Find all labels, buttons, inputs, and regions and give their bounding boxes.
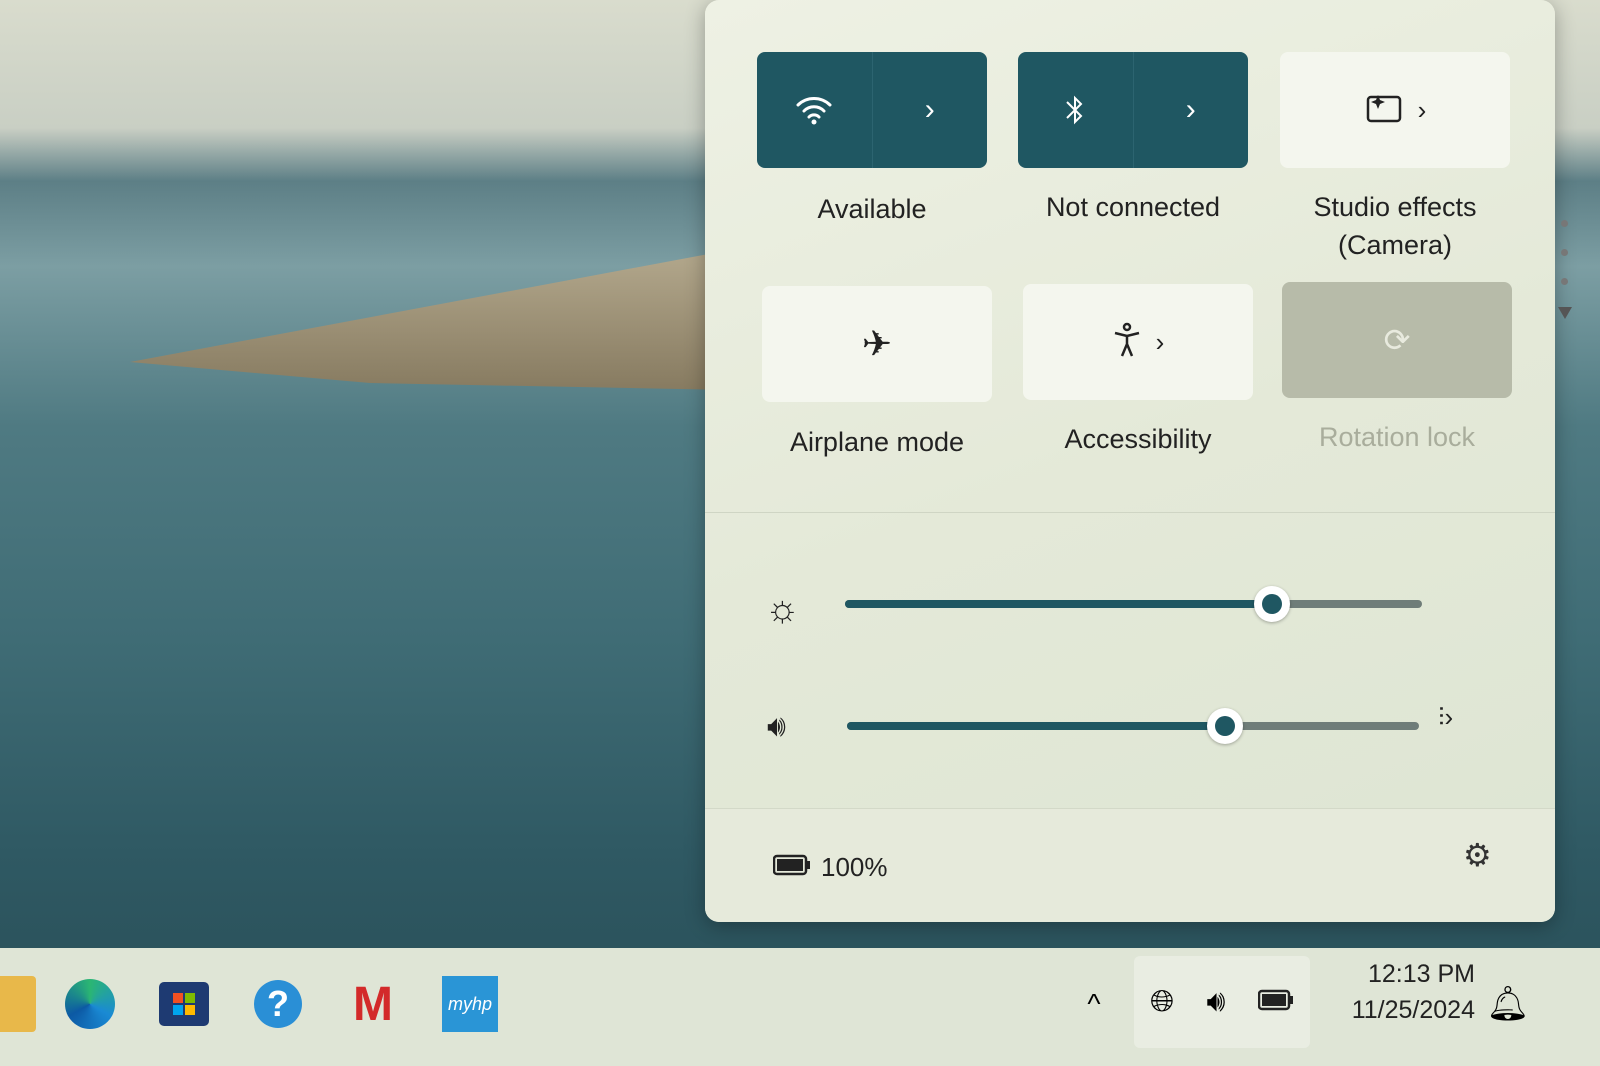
rotation-lock-icon: ⟳ [1383,322,1411,358]
wifi-label: Available [817,194,927,224]
studio-effects-label: Studio effects (Camera) [1313,192,1477,260]
show-hidden-icons-chevron-icon[interactable]: ^ [1066,976,1122,1032]
myhp-icon[interactable]: myhp [442,976,498,1032]
volume-icon[interactable]: 🔊︎ [767,710,786,744]
bluetooth-expand-chevron-icon[interactable]: › [1134,52,1249,168]
system-tray-button[interactable]: 🌐︎ 🔊︎ [1134,956,1310,1048]
chevron-right-icon: › [1155,326,1165,357]
bluetooth-tile[interactable]: › [1018,52,1248,168]
accessibility-icon [1112,322,1142,363]
bluetooth-icon[interactable] [1018,52,1134,168]
edge-icon[interactable] [62,976,118,1032]
battery-icon [772,852,811,883]
clock[interactable]: 12:13 PM 11/25/2024 [1325,956,1475,1028]
airplane-icon: ✈ [861,323,893,364]
accessibility-tile[interactable]: › [1023,284,1253,400]
battery-tray-icon [1257,985,1294,1019]
brightness-slider-thumb[interactable] [1253,586,1290,622]
file-explorer-icon[interactable] [0,976,36,1032]
studio-effects-icon [1364,91,1404,130]
taskbar: ? M myhp ^ 🌐︎ 🔊︎ 12:13 PM 11/25/2024 🔔︎ [0,948,1600,1066]
brightness-slider[interactable] [845,586,1422,622]
volume-slider-thumb[interactable] [1206,708,1243,744]
mcafee-icon[interactable]: M [345,976,401,1032]
battery-percent: 100% [821,852,888,882]
quick-settings-panel: › Available › Not connected › Studio eff… [705,0,1555,922]
rotation-lock-label: Rotation lock [1318,422,1476,452]
volume-slider[interactable] [847,708,1419,744]
rotation-lock-tile[interactable]: ⟳ [1282,282,1512,398]
airplane-mode-tile[interactable]: ✈ [762,286,992,402]
audio-output-select-icon[interactable]: ⫶› [1438,702,1453,734]
network-globe-icon: 🌐︎ [1150,985,1175,1018]
wifi-icon[interactable] [757,52,873,168]
airplane-mode-label: Airplane mode [789,427,965,457]
wallpaper-reeds [130,250,730,390]
studio-effects-tile[interactable]: › [1280,52,1510,168]
battery-status[interactable]: 100% [772,852,888,883]
microsoft-store-icon[interactable] [156,976,212,1032]
volume-tray-icon: 🔊︎ [1206,985,1226,1018]
notification-bell-icon[interactable]: 🔔︎ [1480,976,1536,1032]
divider [705,512,1555,513]
help-icon[interactable]: ? [250,976,306,1032]
brightness-icon: ☼ [765,588,800,630]
page-indicator[interactable] [1558,220,1572,341]
wifi-tile[interactable]: › [757,52,987,168]
bluetooth-label: Not connected [1045,192,1221,222]
accessibility-label: Accessibility [1064,424,1212,454]
settings-gear-icon[interactable]: ⚙ [1463,836,1492,874]
chevron-right-icon: › [1417,94,1427,125]
wifi-expand-chevron-icon[interactable]: › [873,52,988,168]
